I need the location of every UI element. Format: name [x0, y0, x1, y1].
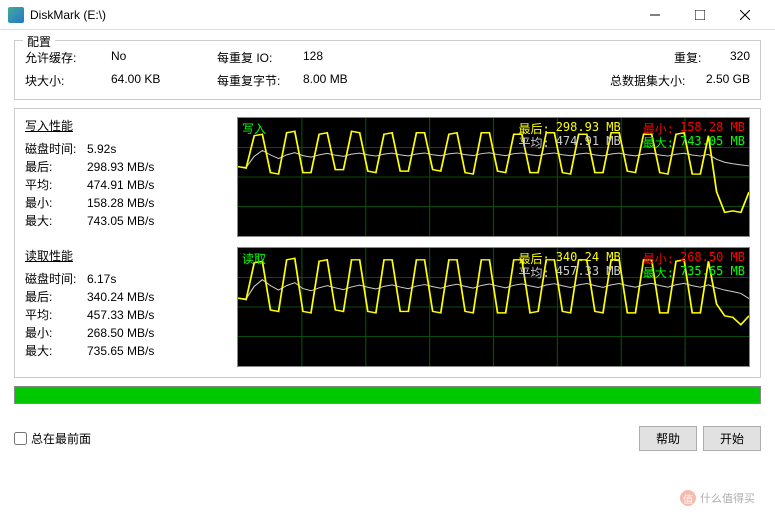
write-avg-label: 平均: [25, 176, 87, 194]
total-size-value: 2.50 GB [706, 72, 750, 89]
read-disktime-value: 6.17s [87, 270, 116, 288]
read-chart-max-value: 735.65 MB [680, 264, 745, 281]
read-section: 读取性能 磁盘时间:6.17s 最后:340.24 MB/s 平均:457.33… [25, 247, 750, 367]
read-min-label: 最小: [25, 324, 87, 342]
read-chart-max-label: 最大: [643, 264, 674, 281]
read-chart: 读取 最后: 340.24 MB 最小: 268.50 MB 平均: 457.3… [237, 247, 750, 367]
write-chart: 写入 最后: 298.93 MB 最小: 158.28 MB 平均: 474.9… [237, 117, 750, 237]
help-button[interactable]: 帮助 [639, 426, 697, 451]
write-min-label: 最小: [25, 194, 87, 212]
window-title: DiskMark (E:\) [30, 8, 632, 22]
bytes-per-rep-value: 8.00 MB [303, 72, 403, 89]
repeat-value: 320 [730, 49, 750, 66]
maximize-button[interactable] [677, 1, 722, 29]
read-max-label: 最大: [25, 342, 87, 360]
write-disktime-value: 5.92s [87, 140, 116, 158]
read-chart-avg-label: 平均: [518, 264, 549, 281]
start-button[interactable]: 开始 [703, 426, 761, 451]
write-last-value: 298.93 MB/s [87, 158, 154, 176]
always-on-top-label: 总在最前面 [31, 430, 91, 447]
block-size-value: 64.00 KB [111, 72, 211, 89]
write-section: 写入性能 磁盘时间:5.92s 最后:298.93 MB/s 平均:474.91… [25, 117, 750, 237]
progress-bar [14, 386, 761, 404]
io-per-rep-label: 每重复 IO: [217, 49, 297, 66]
total-size-label: 总数据集大小: [610, 72, 700, 89]
read-chart-avg-value: 457.33 MB [556, 264, 621, 281]
write-title: 写入性能 [25, 117, 225, 134]
allow-cache-value: No [111, 49, 211, 66]
write-chart-avg-value: 474.91 MB [556, 134, 621, 151]
write-max-label: 最大: [25, 212, 87, 230]
app-icon [8, 7, 24, 23]
config-title: 配置 [23, 33, 55, 50]
block-size-label: 块大小: [25, 72, 105, 89]
read-last-label: 最后: [25, 288, 87, 306]
read-title: 读取性能 [25, 247, 225, 264]
read-max-value: 735.65 MB/s [87, 342, 154, 360]
watermark-text: 什么值得买 [700, 490, 755, 506]
minimize-button[interactable] [632, 1, 677, 29]
always-on-top-checkbox[interactable]: 总在最前面 [14, 430, 91, 447]
performance-group: 写入性能 磁盘时间:5.92s 最后:298.93 MB/s 平均:474.91… [14, 108, 761, 378]
repeat-label: 重复: [674, 49, 724, 66]
titlebar: DiskMark (E:\) [0, 0, 775, 30]
write-min-value: 158.28 MB/s [87, 194, 154, 212]
allow-cache-label: 允许缓存: [25, 49, 105, 66]
config-group: 配置 允许缓存: No 每重复 IO: 128 重复: 320 块大小: 64.… [14, 40, 761, 100]
bytes-per-rep-label: 每重复字节: [217, 72, 297, 89]
read-avg-value: 457.33 MB/s [87, 306, 154, 324]
always-on-top-input[interactable] [14, 432, 27, 445]
write-last-label: 最后: [25, 158, 87, 176]
write-chart-max-label: 最大: [643, 134, 674, 151]
write-chart-avg-label: 平均: [518, 134, 549, 151]
write-disktime-label: 磁盘时间: [25, 140, 87, 158]
read-min-value: 268.50 MB/s [87, 324, 154, 342]
write-chart-max-value: 743.05 MB [680, 134, 745, 151]
io-per-rep-value: 128 [303, 49, 403, 66]
write-max-value: 743.05 MB/s [87, 212, 154, 230]
watermark: 值 什么值得买 [680, 490, 755, 506]
read-last-value: 340.24 MB/s [87, 288, 154, 306]
write-avg-value: 474.91 MB/s [87, 176, 154, 194]
read-avg-label: 平均: [25, 306, 87, 324]
watermark-icon: 值 [680, 490, 696, 506]
read-disktime-label: 磁盘时间: [25, 270, 87, 288]
close-button[interactable] [722, 1, 767, 29]
